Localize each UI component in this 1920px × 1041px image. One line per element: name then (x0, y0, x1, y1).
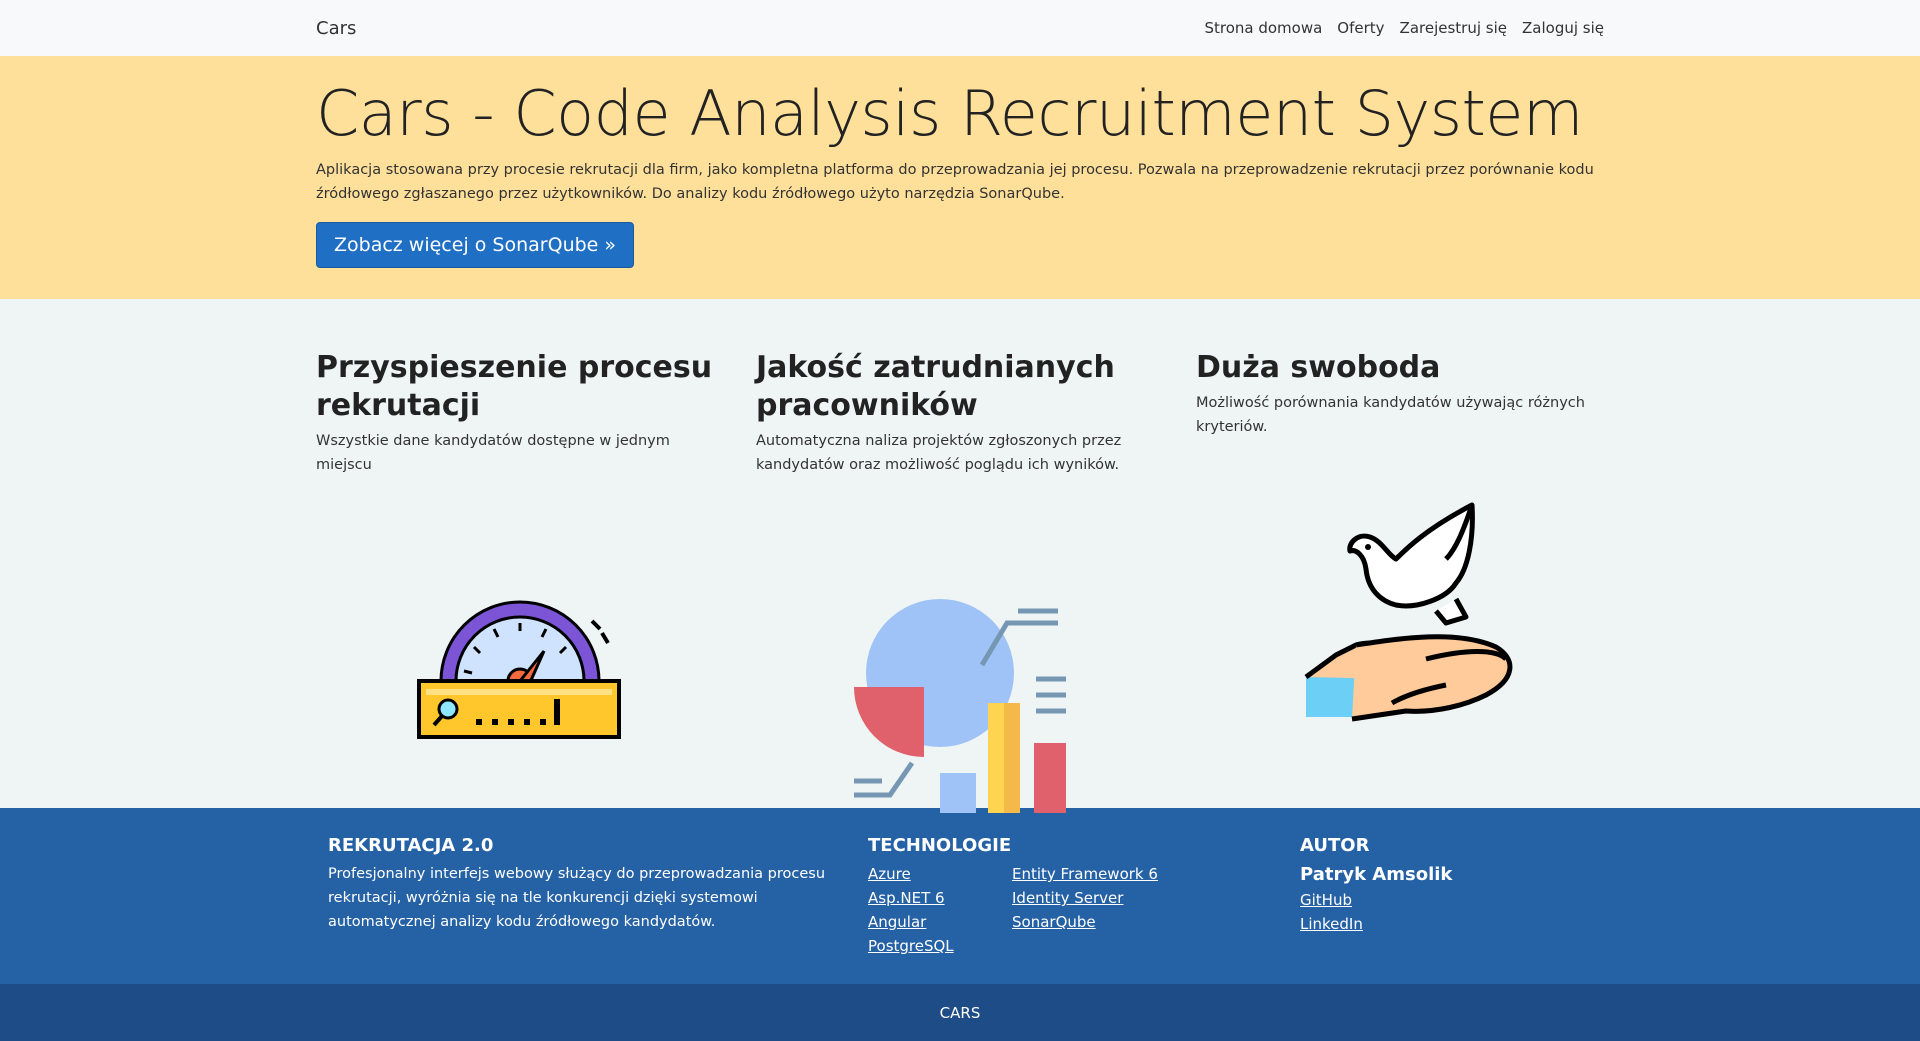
navbar-inner: Cars Strona domowa Oferty Zarejestruj si… (316, 0, 1604, 56)
footer-author-title: AUTOR (1300, 835, 1370, 856)
features-row: Przyspieszenie procesu rekrutacji Wszyst… (316, 299, 1604, 813)
tech-links-grid: Azure Asp.NET 6 Angular PostgreSQL Entit… (868, 862, 1162, 958)
footer-inner: REKRUTACJA 2.0 Profesjonalny interfejs w… (316, 808, 1604, 984)
nav-link-register[interactable]: Zarejestruj się (1400, 19, 1507, 37)
feature-quality: Jakość zatrudnianych pracowników Automat… (756, 349, 1156, 813)
feature-freedom: Duża swoboda Możliwość porównania kandyd… (1196, 349, 1596, 799)
tech-link-aspnet[interactable]: Asp.NET 6 (868, 886, 1012, 910)
hero-inner: Cars - Code Analysis Recruitment System … (316, 56, 1604, 269)
nav-link-offers[interactable]: Oferty (1337, 19, 1384, 37)
tech-link-azure[interactable]: Azure (868, 862, 1012, 886)
feature-speed: Przyspieszenie procesu rekrutacji Wszyst… (316, 349, 716, 799)
features-section: Przyspieszenie procesu rekrutacji Wszyst… (0, 299, 1920, 813)
speedometer-icon (417, 600, 621, 739)
footer-tech-title: TECHNOLOGIE (868, 835, 1012, 856)
author-github-link[interactable]: GitHub (1300, 888, 1452, 912)
feature-title: Jakość zatrudnianych pracowników (756, 350, 1115, 423)
footer: REKRUTACJA 2.0 Profesjonalny interfejs w… (0, 808, 1920, 984)
feature-text: Automatyczna naliza projektów zgłoszonyc… (756, 433, 1122, 473)
chart-icon (854, 599, 1066, 813)
dove-hand-icon (1304, 502, 1513, 722)
nav-link-home[interactable]: Strona domowa (1204, 19, 1322, 37)
feature-text: Wszystkie dane kandydatów dostępne w jed… (316, 433, 670, 473)
feature-text: Możliwość porównania kandydatów używając… (1196, 395, 1585, 435)
footer-author-column: AUTOR Patryk Amsolik GitHub LinkedIn (1300, 834, 1452, 936)
hero-title: Cars - Code Analysis Recruitment System (316, 77, 1583, 150)
tech-links-left: Azure Asp.NET 6 Angular PostgreSQL (868, 862, 1012, 958)
navbar-brand[interactable]: Cars (316, 18, 356, 39)
tech-link-sonarqube[interactable]: SonarQube (1012, 910, 1162, 934)
tech-links-right: Entity Framework 6 Identity Server Sonar… (1012, 862, 1162, 958)
hero-section: Cars - Code Analysis Recruitment System … (0, 56, 1920, 299)
tech-link-angular[interactable]: Angular (868, 910, 1012, 934)
footer-about-text: Profesjonalny interfejs webowy służący d… (328, 866, 826, 930)
tech-link-entity-framework[interactable]: Entity Framework 6 (1012, 862, 1162, 886)
tech-link-postgresql[interactable]: PostgreSQL (868, 934, 1012, 958)
bottom-bar: CARS (0, 984, 1920, 1041)
feature-title: Przyspieszenie procesu rekrutacji (316, 350, 713, 423)
author-name: Patryk Amsolik (1300, 864, 1453, 885)
navbar: Cars Strona domowa Oferty Zarejestruj si… (0, 0, 1920, 56)
sonarqube-more-button[interactable]: Zobacz więcej o SonarQube » (316, 222, 635, 269)
hero-description: Aplikacja stosowana przy procesie rekrut… (316, 162, 1594, 203)
feature-title: Duża swoboda (1196, 350, 1441, 385)
footer-about-title: REKRUTACJA 2.0 (328, 835, 494, 856)
tech-link-identity-server[interactable]: Identity Server (1012, 886, 1162, 910)
bottom-bar-text: CARS (939, 1003, 981, 1022)
author-linkedin-link[interactable]: LinkedIn (1300, 912, 1452, 936)
nav-link-login[interactable]: Zaloguj się (1522, 19, 1604, 37)
nav-links: Strona domowa Oferty Zarejestruj się Zal… (1204, 19, 1604, 37)
footer-about-column: REKRUTACJA 2.0 Profesjonalny interfejs w… (328, 834, 828, 934)
footer-tech-column: TECHNOLOGIE Azure Asp.NET 6 Angular Post… (868, 834, 1162, 958)
